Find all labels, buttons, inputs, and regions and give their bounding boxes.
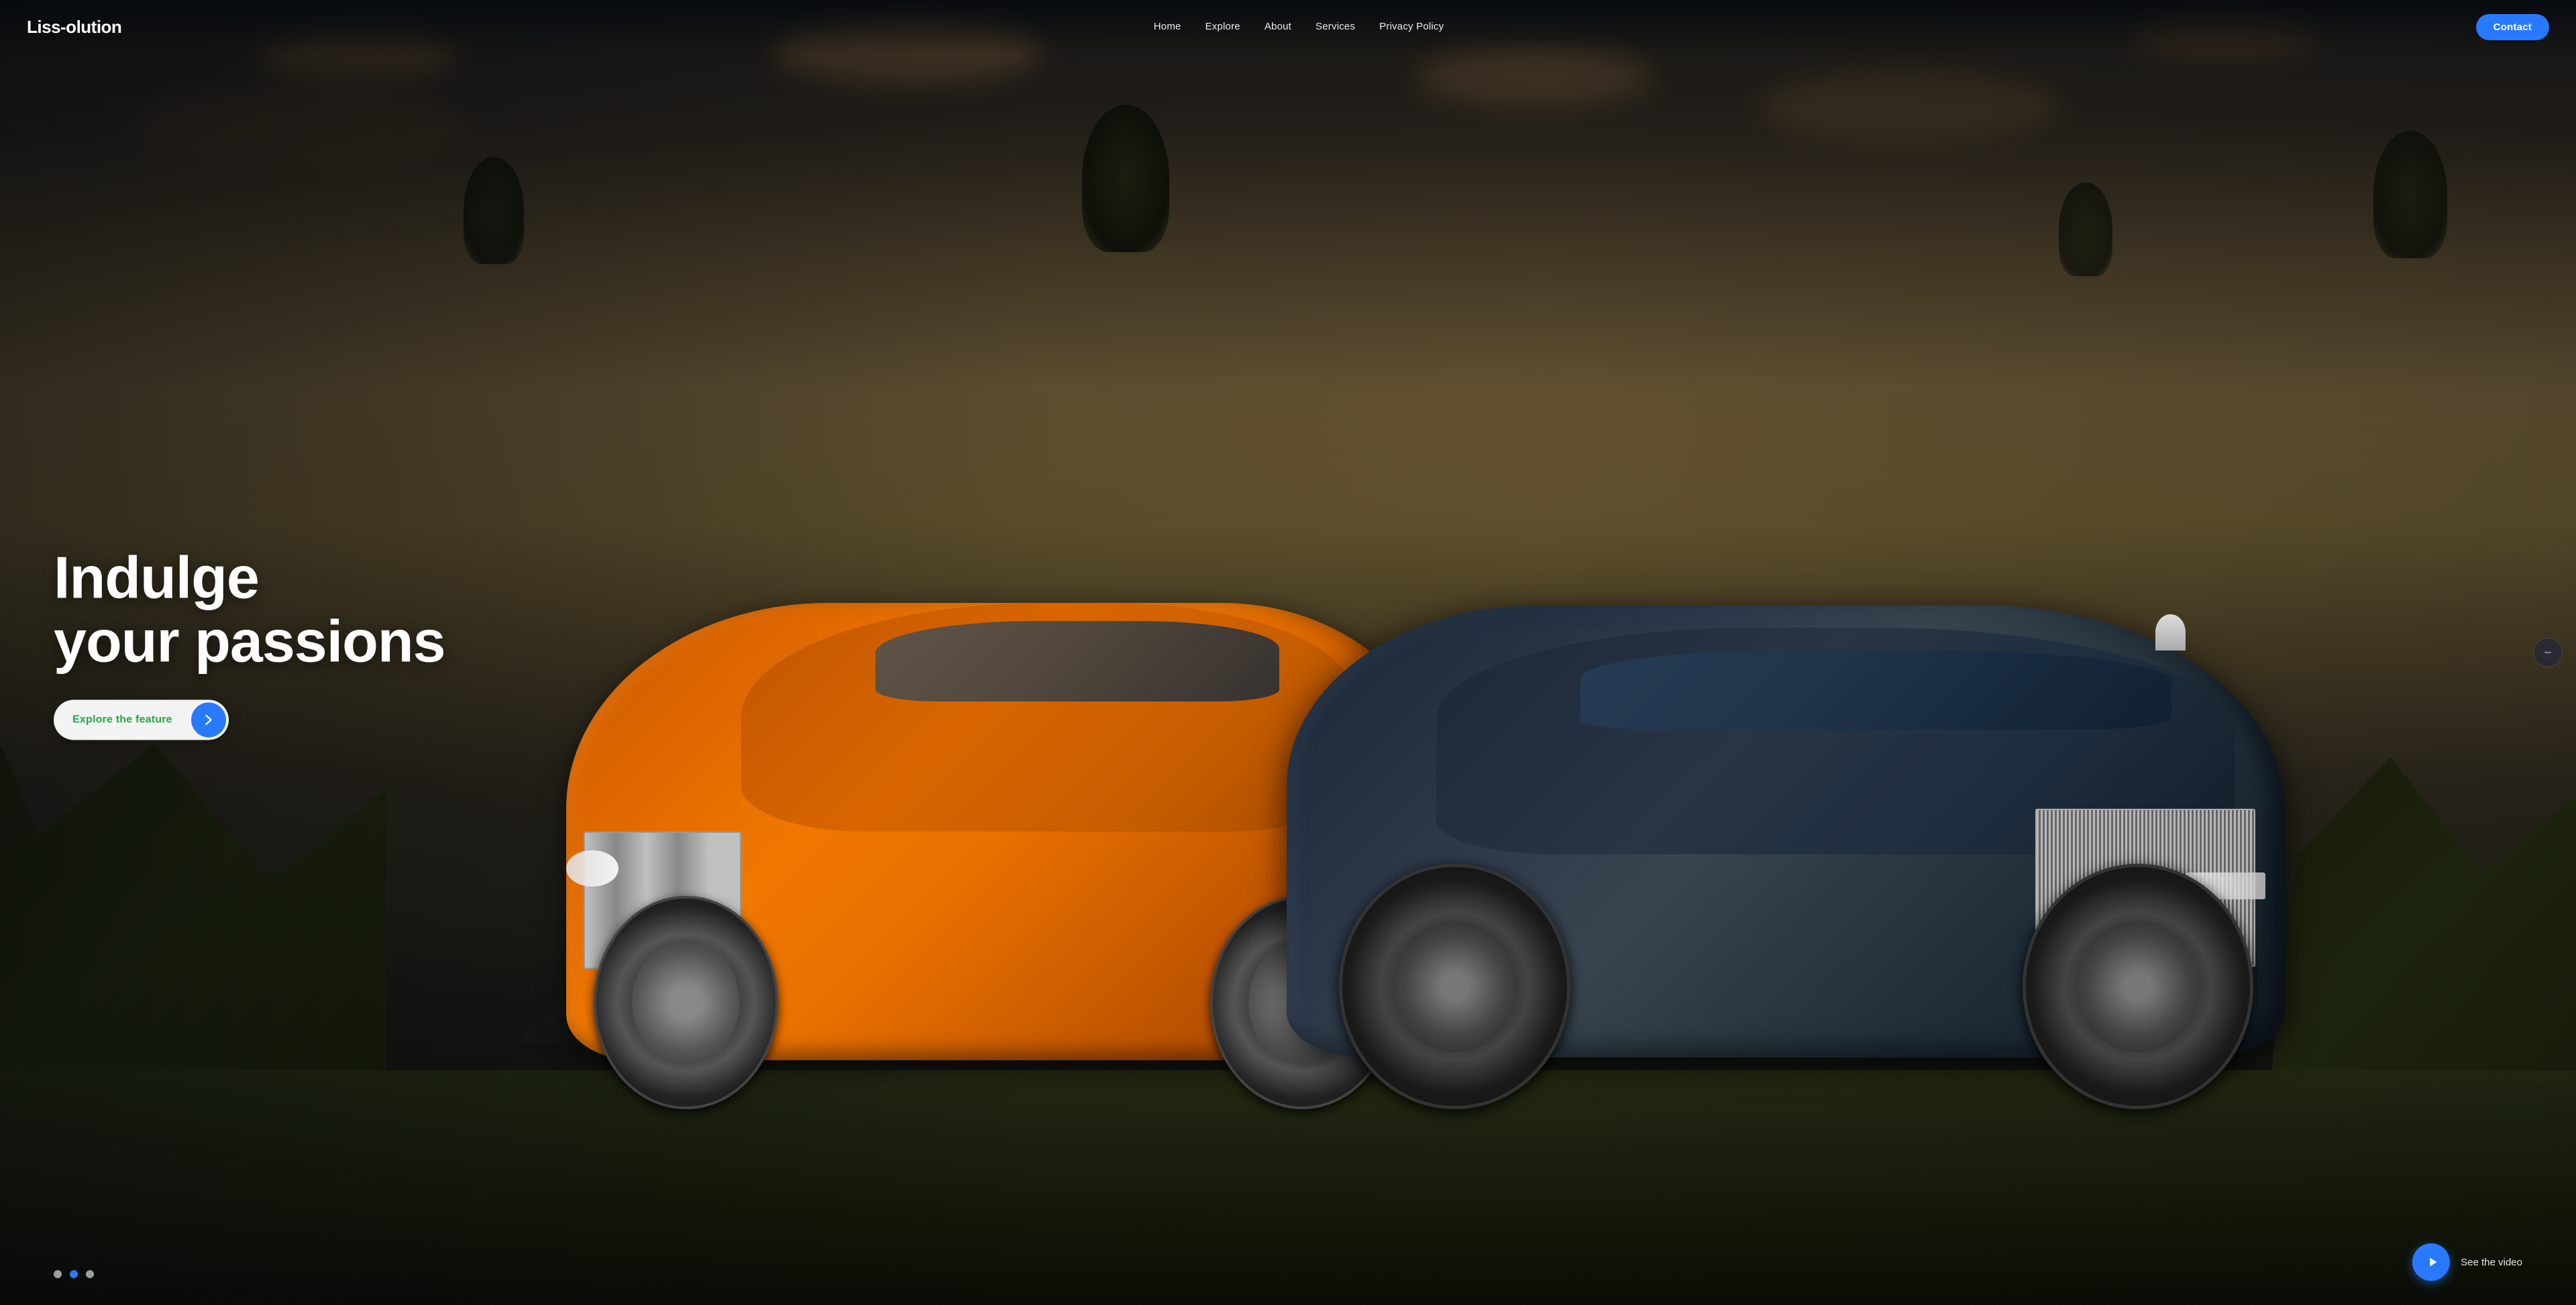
brand-logo: Liss-olution: [27, 17, 121, 38]
dark-wheel-hub-back: [1393, 921, 1517, 1052]
nav-item-explore[interactable]: Explore: [1205, 21, 1240, 33]
hero-section: Liss-olution Home Explore About Services…: [0, 0, 2576, 1305]
car-dark-wheel-front: [2023, 864, 2254, 1109]
car-orange-window: [875, 621, 1279, 701]
car-dark: [1287, 463, 2338, 1109]
slide-dot-2[interactable]: [70, 1270, 78, 1278]
wheel-hub-back: [633, 940, 740, 1065]
nav-link-about[interactable]: About: [1265, 21, 1291, 32]
nav-item-services[interactable]: Services: [1316, 21, 1355, 33]
car-orange-headlight-left: [566, 850, 619, 887]
nav-item-home[interactable]: Home: [1154, 21, 1181, 33]
nav-item-privacy[interactable]: Privacy Policy: [1379, 21, 1444, 33]
slide-indicators: [54, 1270, 94, 1278]
cars-container: [258, 392, 2447, 1109]
car-orange-wheel-back: [594, 896, 777, 1109]
car-orange-roof: [741, 603, 1353, 832]
hero-content: Indulge your passions Explore the featur…: [54, 545, 445, 740]
video-label: See the video: [2461, 1257, 2522, 1268]
car-dark-wheel-back: [1339, 864, 1570, 1109]
explore-feature-button[interactable]: Explore the feature: [54, 700, 229, 740]
hero-headline: Indulge your passions: [54, 545, 445, 673]
contact-button[interactable]: Contact: [2476, 14, 2549, 40]
video-button-container[interactable]: See the video: [2412, 1243, 2522, 1281]
nav-link-privacy[interactable]: Privacy Policy: [1379, 21, 1444, 32]
nav-links: Home Explore About Services Privacy Poli…: [1154, 21, 1444, 33]
slide-dot-1[interactable]: [54, 1270, 62, 1278]
nav-link-home[interactable]: Home: [1154, 21, 1181, 32]
explore-arrow-icon: [191, 703, 226, 738]
dark-wheel-hub-front: [2076, 921, 2200, 1052]
hero-headline-line1: Indulge: [54, 544, 259, 610]
car-dark-hood-ornament: [2155, 614, 2186, 650]
car-dark-window: [1580, 650, 2171, 730]
chat-widget[interactable]: [2533, 638, 2563, 667]
arrow-right-icon: [201, 713, 216, 728]
video-play-button[interactable]: [2412, 1243, 2450, 1281]
nav-link-services[interactable]: Services: [1316, 21, 1355, 32]
navbar: Liss-olution Home Explore About Services…: [0, 0, 2576, 54]
play-icon: [2425, 1255, 2440, 1269]
nav-item-about[interactable]: About: [1265, 21, 1291, 33]
slide-dot-3[interactable]: [86, 1270, 94, 1278]
nav-link-explore[interactable]: Explore: [1205, 21, 1240, 32]
chat-icon: [2540, 645, 2555, 660]
hero-headline-line2: your passions: [54, 608, 445, 674]
explore-button-label: Explore the feature: [54, 703, 191, 737]
